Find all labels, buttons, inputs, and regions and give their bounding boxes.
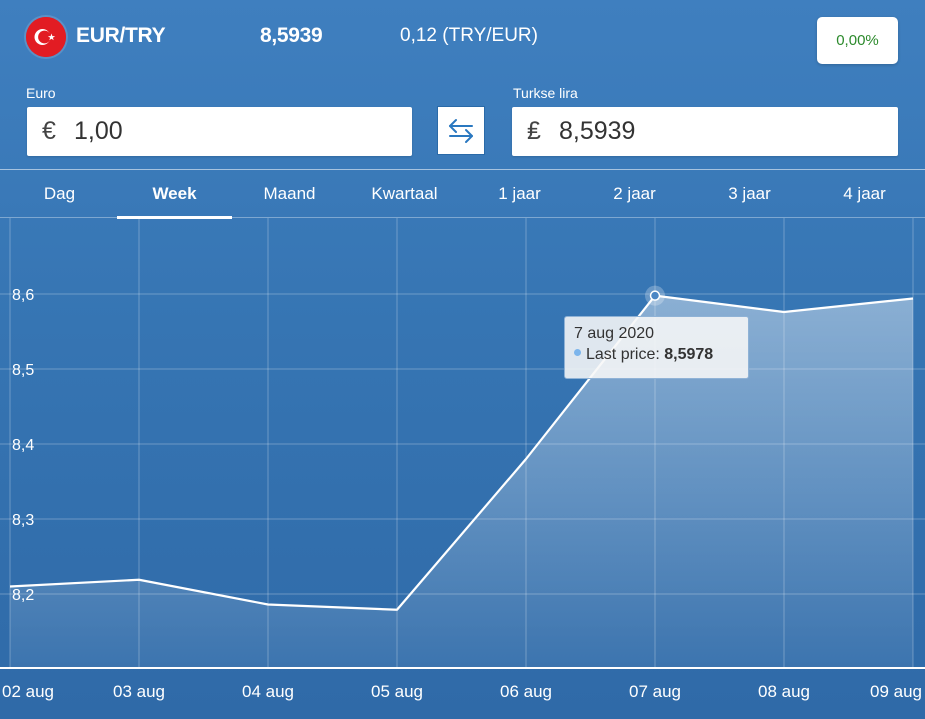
x-tick-label: 05 aug [371,682,423,701]
x-tick-label: 02 aug [2,682,54,701]
rate-header: EUR/TRY 8,5939 0,12 (TRY/EUR) 0,00% [0,0,925,74]
y-tick-label: 8,2 [12,587,34,604]
y-tick-label: 8,6 [12,287,34,304]
x-tick-label: 03 aug [113,682,165,701]
euro-symbol: € [42,117,56,145]
x-tick-label: 07 aug [629,682,681,701]
tab-kwartaal[interactable]: Kwartaal [347,170,462,218]
currency-pair: EUR/TRY [76,24,166,47]
tooltip-value: 8,5978 [664,346,714,363]
hover-marker [649,290,661,301]
exchange-rate: 8,5939 [260,24,323,47]
from-amount-field[interactable]: € 1,00 [27,107,412,156]
y-tick-label: 8,5 [12,362,34,379]
x-tick-label: 09 aug [870,682,922,701]
turkey-flag-icon [26,17,66,57]
swap-arrows-icon [449,118,473,143]
to-amount-field[interactable]: ₤ 8,5939 [512,107,898,156]
tab-1-jaar[interactable]: 1 jaar [462,170,577,218]
lira-symbol: ₤ [527,117,541,145]
y-tick-label: 8,4 [12,437,34,454]
tab-week[interactable]: Week [117,170,232,219]
period-tabs: Dag Week Maand Kwartaal 1 jaar 2 jaar 3 … [0,169,925,219]
series-dot-icon [574,349,581,357]
to-currency-label: Turkse lira [513,85,578,101]
swap-button[interactable] [437,106,485,155]
tab-3-jaar[interactable]: 3 jaar [692,170,807,218]
x-tick-label: 04 aug [242,682,294,701]
tooltip-row: Last price: 8,5978 [574,344,748,366]
from-currency-label: Euro [26,85,56,101]
tab-2-jaar[interactable]: 2 jaar [577,170,692,218]
to-amount-value: 8,5939 [559,117,636,145]
tab-dag[interactable]: Dag [2,170,117,218]
price-chart[interactable]: 8,2 8,3 8,4 8,5 8,6 02 aug 03 aug 04 aug 05 aug… [0,218,925,719]
price-area [10,295,913,668]
y-tick-label: 8,3 [12,512,34,529]
tooltip-date: 7 aug 2020 [574,325,655,342]
currency-widget: EUR/TRY 8,5939 0,12 (TRY/EUR) 0,00% Euro… [0,0,925,719]
x-tick-label: 06 aug [500,682,552,701]
change-badge: 0,00% [817,17,898,64]
tab-4-jaar[interactable]: 4 jaar [807,170,922,218]
inverse-rate: 0,12 (TRY/EUR) [400,25,538,46]
price-chart-svg: 8,2 8,3 8,4 8,5 8,6 02 aug 03 aug 04 aug 05 aug… [0,218,925,701]
price-tooltip: 7 aug 2020 Last price: 8,5978 [564,316,749,379]
tooltip-label: Last price: [586,346,660,363]
tab-maand[interactable]: Maand [232,170,347,218]
from-amount-value: 1,00 [74,117,123,145]
x-tick-label: 08 aug [758,682,810,701]
